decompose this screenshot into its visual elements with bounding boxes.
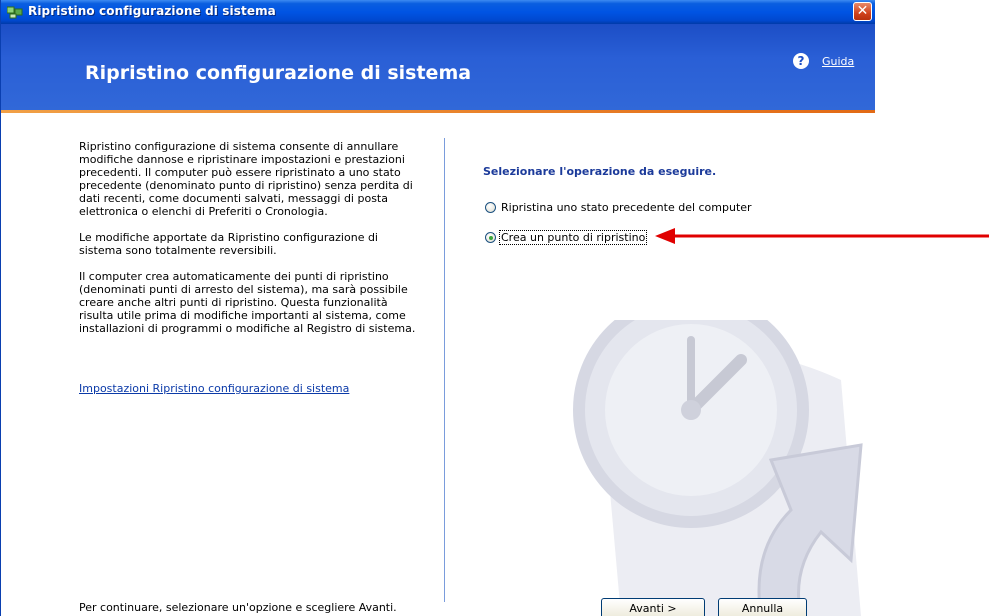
system-restore-app-icon — [7, 6, 23, 19]
description-paragraph: Le modifiche apportate da Ripristino con… — [79, 231, 378, 257]
create-restore-point-option[interactable]: Crea un punto di ripristino — [485, 230, 648, 245]
title-bar[interactable]: Ripristino configurazione di sistema ✕ — [1, 0, 875, 24]
next-button[interactable]: Avanti > — [601, 598, 705, 616]
column-divider — [444, 138, 445, 602]
close-button[interactable]: ✕ — [853, 2, 872, 21]
help-link[interactable]: Guida — [822, 55, 854, 68]
header-divider — [1, 110, 875, 113]
description-paragraph: Ripristino configurazione di sistema con… — [79, 140, 413, 218]
description-paragraph: Il computer crea automaticamente dei pun… — [79, 270, 416, 335]
description-panel: Ripristino configurazione di sistema con… — [79, 140, 424, 348]
restore-earlier-option[interactable]: Ripristina uno stato precedente del comp… — [485, 201, 753, 214]
restore-earlier-label[interactable]: Ripristina uno stato precedente del comp… — [500, 201, 753, 214]
restore-earlier-radio[interactable] — [485, 202, 496, 213]
create-restore-point-label[interactable]: Crea un punto di ripristino — [498, 230, 648, 245]
window-title: Ripristino configurazione di sistema — [28, 4, 276, 18]
help-icon[interactable]: ? — [793, 53, 809, 69]
settings-link[interactable]: Impostazioni Ripristino configurazione d… — [79, 382, 349, 395]
system-restore-window: Ripristino configurazione di sistema ✕ R… — [0, 0, 875, 616]
page-title: Ripristino configurazione di sistema — [85, 62, 472, 84]
cancel-button[interactable]: Annulla — [718, 598, 807, 616]
clock-watermark-icon — [573, 320, 863, 616]
red-arrow-annotation — [655, 228, 989, 244]
header-banner: Ripristino configurazione di sistema ? G… — [1, 24, 875, 110]
footer-instruction: Per continuare, selezionare un'opzione e… — [79, 601, 397, 614]
operation-prompt: Selezionare l'operazione da eseguire. — [483, 165, 717, 178]
close-icon: ✕ — [856, 3, 869, 19]
create-restore-point-radio[interactable] — [485, 232, 496, 243]
